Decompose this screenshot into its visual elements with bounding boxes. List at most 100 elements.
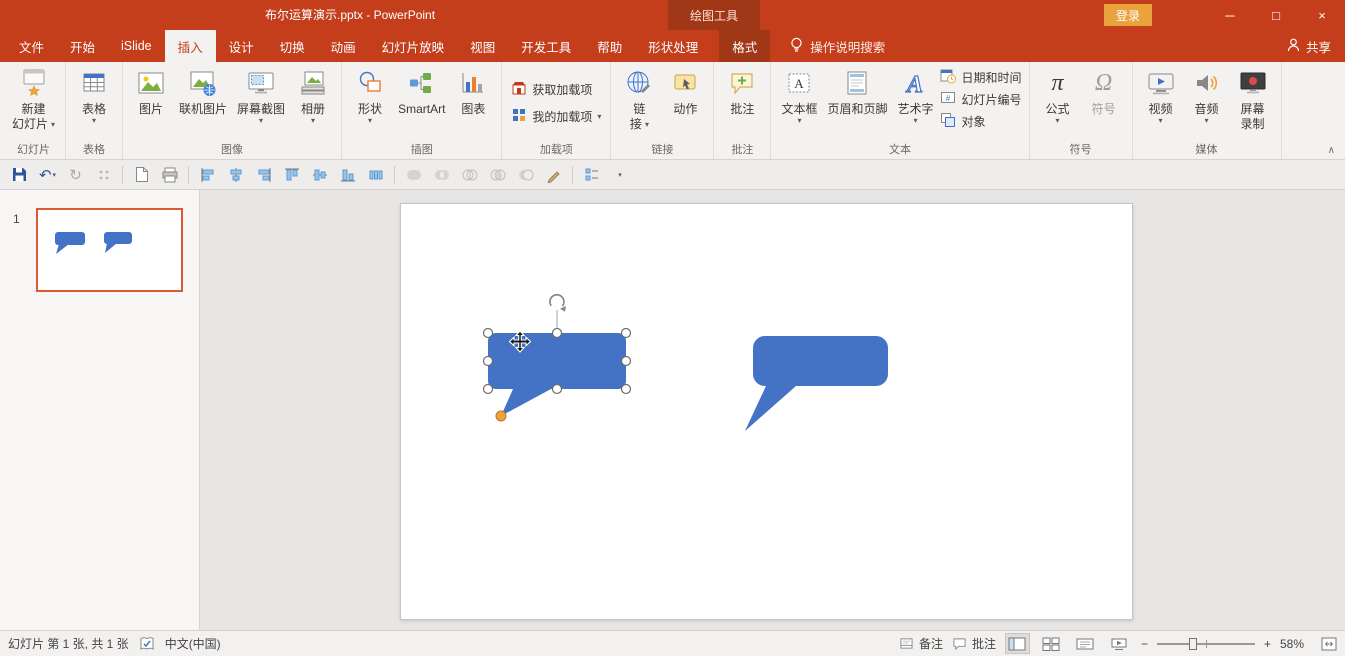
align-middle-button[interactable]	[306, 163, 333, 187]
save-button[interactable]	[6, 163, 33, 187]
tab-format[interactable]: 格式	[719, 30, 770, 62]
speech-bubble-left-selected[interactable]	[488, 333, 626, 416]
merge-combine-icon	[433, 168, 451, 182]
handle-top-center[interactable]	[553, 329, 562, 338]
qat-more-commands-button[interactable]: ▾	[606, 163, 633, 187]
handle-top-left[interactable]	[484, 329, 493, 338]
table-button[interactable]: 表格 ▾	[71, 64, 117, 142]
maximize-button[interactable]: □	[1253, 0, 1299, 30]
new-comment-button[interactable]: 批注	[719, 64, 765, 142]
align-center-button[interactable]	[222, 163, 249, 187]
equation-button[interactable]: π 公式 ▾	[1035, 64, 1081, 142]
share-button[interactable]: 共享	[1287, 30, 1331, 62]
print-preview-button[interactable]	[156, 163, 183, 187]
speech-bubble-right[interactable]	[745, 336, 888, 431]
new-slide-button[interactable]: 新建 幻灯片▾	[7, 64, 60, 142]
handle-top-right[interactable]	[622, 329, 631, 338]
merge-shapes-combine-button[interactable]	[428, 163, 455, 187]
undo-button[interactable]: ↶▾	[34, 163, 61, 187]
spell-check-button[interactable]	[139, 637, 155, 651]
object-button[interactable]: 对象	[940, 112, 1021, 131]
chart-button[interactable]: 图表	[450, 64, 496, 142]
my-addins-button[interactable]: 我的加载项 ▾	[511, 107, 601, 126]
slideshow-view-button[interactable]	[1107, 633, 1132, 654]
smartart-button[interactable]: SmartArt	[393, 64, 450, 142]
zoom-slider[interactable]	[1157, 643, 1255, 645]
redo-button[interactable]: ↻	[62, 163, 89, 187]
screenshot-button[interactable]: 屏幕截图 ▾	[232, 64, 290, 142]
sign-in-button[interactable]: 登录	[1104, 4, 1152, 26]
distribute-horizontal-button[interactable]	[362, 163, 389, 187]
slide-1-thumbnail[interactable]	[36, 208, 183, 292]
tab-insert[interactable]: 插入	[165, 30, 216, 62]
slide-number-button[interactable]: # 幻灯片编号	[940, 90, 1021, 109]
merge-shapes-subtract-button[interactable]	[512, 163, 539, 187]
zoom-in-button[interactable]: +	[1264, 637, 1271, 651]
zoom-slider-thumb[interactable]	[1189, 638, 1197, 650]
adjust-handle[interactable]	[496, 411, 506, 421]
textbox-button[interactable]: A 文本框 ▾	[776, 64, 822, 142]
action-button[interactable]: 动作	[662, 64, 708, 142]
tab-design[interactable]: 设计	[216, 30, 267, 62]
tab-view[interactable]: 视图	[457, 30, 508, 62]
link-button[interactable]: 链 接▾	[616, 64, 662, 142]
group-label-illustrations: 插图	[344, 143, 499, 159]
tab-slideshow[interactable]: 幻灯片放映	[369, 30, 458, 62]
align-right-button[interactable]	[250, 163, 277, 187]
person-icon	[1287, 38, 1300, 55]
edit-points-button[interactable]	[540, 163, 567, 187]
zoom-out-button[interactable]: −	[1141, 637, 1148, 651]
touch-mouse-mode-button[interactable]	[90, 163, 117, 187]
align-top-button[interactable]	[278, 163, 305, 187]
reading-view-button[interactable]	[1073, 633, 1098, 654]
normal-view-button[interactable]	[1005, 633, 1030, 654]
fit-slide-to-window-button[interactable]	[1321, 637, 1337, 651]
notes-button[interactable]: 备注	[899, 635, 943, 652]
get-addins-button[interactable]: 获取加载项	[511, 80, 601, 99]
merge-shapes-fragment-button[interactable]	[456, 163, 483, 187]
header-footer-button[interactable]: 页眉和页脚	[822, 64, 892, 142]
slide-editing-surface[interactable]	[400, 203, 1133, 620]
dropdown-caret-icon: ▾	[51, 121, 55, 129]
handle-middle-left[interactable]	[484, 357, 493, 366]
merge-shapes-union-button[interactable]	[400, 163, 427, 187]
comments-button[interactable]: 批注	[952, 635, 996, 652]
video-button[interactable]: 视频 ▾	[1138, 64, 1184, 142]
close-button[interactable]: ×	[1299, 0, 1345, 30]
tab-shape-tools[interactable]: 形状处理	[635, 30, 711, 62]
photo-album-button[interactable]: 相册 ▾	[290, 64, 336, 142]
shapes-button[interactable]: 形状 ▾	[347, 64, 393, 142]
tab-home[interactable]: 开始	[57, 30, 108, 62]
online-pictures-button[interactable]: 联机图片	[174, 64, 232, 142]
rotation-handle[interactable]	[550, 295, 566, 312]
merge-shapes-intersect-button[interactable]	[484, 163, 511, 187]
screen-recording-button[interactable]: 屏幕 录制	[1230, 64, 1276, 142]
new-file-button[interactable]	[128, 163, 155, 187]
handle-bottom-center[interactable]	[553, 385, 562, 394]
tab-animations[interactable]: 动画	[318, 30, 369, 62]
align-bottom-button[interactable]	[334, 163, 361, 187]
my-addins-label: 我的加载项	[532, 108, 592, 125]
symbol-button[interactable]: Ω 符号	[1081, 64, 1127, 142]
audio-button[interactable]: 音频 ▾	[1184, 64, 1230, 142]
tell-me-search[interactable]: 操作说明搜索	[790, 30, 885, 62]
picture-button[interactable]: 图片	[128, 64, 174, 142]
tab-developer[interactable]: 开发工具	[508, 30, 584, 62]
handle-bottom-right[interactable]	[622, 385, 631, 394]
tab-file[interactable]: 文件	[6, 30, 57, 62]
date-time-button[interactable]: 日期和时间	[940, 68, 1021, 87]
handle-bottom-left[interactable]	[484, 385, 493, 394]
minimize-button[interactable]: ─	[1207, 0, 1253, 30]
tab-islide[interactable]: iSlide	[108, 30, 165, 62]
slide-sorter-icon	[1042, 637, 1060, 651]
selection-pane-button[interactable]	[578, 163, 605, 187]
zoom-level-button[interactable]: 58%	[1280, 637, 1312, 651]
wordart-button[interactable]: A 艺术字 ▾	[892, 64, 938, 142]
slide-sorter-view-button[interactable]	[1039, 633, 1064, 654]
tab-help[interactable]: 帮助	[584, 30, 635, 62]
align-left-button[interactable]	[194, 163, 221, 187]
language-button[interactable]: 中文(中国)	[165, 635, 221, 652]
handle-middle-right[interactable]	[622, 357, 631, 366]
collapse-ribbon-button[interactable]: ∧	[1328, 145, 1335, 156]
tab-transitions[interactable]: 切换	[267, 30, 318, 62]
